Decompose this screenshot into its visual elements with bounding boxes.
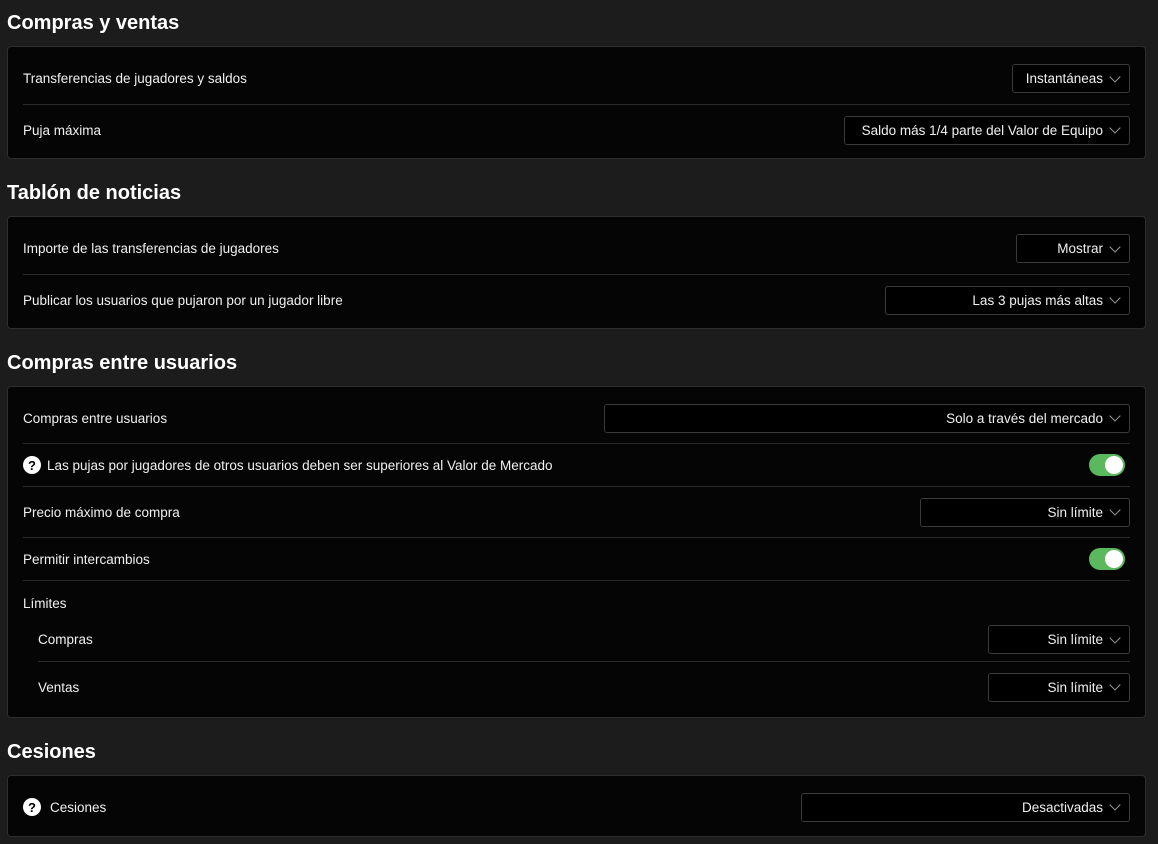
transferencias-select[interactable]: Instantáneas — [1012, 64, 1130, 93]
card-compras-usuarios: Compras entre usuarios Solo a través del… — [7, 386, 1146, 718]
limites-compras-select[interactable]: Sin límite — [988, 625, 1130, 654]
chevron-down-icon — [1109, 631, 1121, 644]
precio-maximo-value: Sin límite — [1047, 504, 1103, 520]
compras-usuarios-label: Compras entre usuarios — [23, 410, 168, 426]
puja-maxima-value: Saldo más 1/4 parte del Valor de Equipo — [861, 122, 1103, 138]
transferencias-label: Transferencias de jugadores y saldos — [23, 71, 247, 86]
row-importe: Importe de las transferencias de jugador… — [23, 223, 1130, 275]
intercambios-toggle[interactable] — [1089, 548, 1125, 570]
row-cesiones: ? Cesiones Desactivadas — [23, 782, 1130, 832]
precio-maximo-select[interactable]: Sin límite — [920, 497, 1130, 527]
chevron-down-icon — [1109, 70, 1121, 83]
card-compras-ventas: Transferencias de jugadores y saldos Ins… — [7, 46, 1146, 159]
importe-select[interactable]: Mostrar — [1016, 234, 1130, 263]
chevron-down-icon — [1109, 410, 1121, 422]
cesiones-select[interactable]: Desactivadas — [801, 792, 1130, 822]
section-title-tablon: Tablón de noticias — [7, 182, 182, 204]
puja-maxima-label: Puja máxima — [23, 122, 102, 138]
toggle-knob — [1105, 456, 1123, 474]
limites-compras-label: Compras — [38, 632, 93, 647]
intercambios-label: Permitir intercambios — [23, 551, 150, 567]
chevron-down-icon — [1109, 679, 1121, 691]
publicar-label: Publicar los usuarios que pujaron por un… — [23, 292, 343, 308]
card-cesiones: ? Cesiones Desactivadas — [7, 775, 1146, 837]
chevron-down-icon — [1109, 240, 1121, 253]
chevron-down-icon — [1109, 122, 1121, 134]
publicar-select[interactable]: Las 3 pujas más altas — [885, 285, 1130, 315]
section-title-compras-ventas: Compras y ventas — [7, 12, 180, 34]
importe-value: Mostrar — [1057, 241, 1103, 256]
cesiones-label: Cesiones — [50, 799, 107, 815]
toggle-knob — [1105, 550, 1123, 568]
pujas-superiores-label-group: ? Las pujas por jugadores de otros usuar… — [23, 456, 553, 474]
precio-maximo-label: Precio máximo de compra — [23, 504, 180, 520]
compras-usuarios-select[interactable]: Solo a través del mercado — [604, 403, 1130, 433]
chevron-down-icon — [1109, 799, 1121, 811]
row-pujas-superiores: ? Las pujas por jugadores de otros usuar… — [23, 444, 1130, 487]
chevron-down-icon — [1109, 504, 1121, 516]
limites-label: Límites — [23, 595, 67, 611]
row-puja-maxima: Puja máxima Saldo más 1/4 parte del Valo… — [23, 105, 1130, 155]
card-tablon: Importe de las transferencias de jugador… — [7, 216, 1146, 329]
compras-usuarios-value: Solo a través del mercado — [946, 410, 1103, 426]
section-title-compras-usuarios: Compras entre usuarios — [7, 352, 238, 374]
limites-ventas-value: Sin límite — [1047, 679, 1103, 695]
row-publicar: Publicar los usuarios que pujaron por un… — [23, 275, 1130, 325]
chevron-down-icon — [1109, 292, 1121, 304]
help-icon[interactable]: ? — [23, 456, 41, 474]
section-title-cesiones: Cesiones — [7, 741, 96, 763]
row-precio-maximo: Precio máximo de compra Sin límite — [23, 487, 1130, 538]
row-limites-compras: Compras Sin límite — [38, 618, 1130, 662]
pujas-superiores-label: Las pujas por jugadores de otros usuario… — [47, 457, 553, 473]
importe-label: Importe de las transferencias de jugador… — [23, 241, 279, 256]
limites-ventas-select[interactable]: Sin límite — [988, 672, 1130, 702]
publicar-value: Las 3 pujas más altas — [972, 292, 1103, 308]
row-transferencias: Transferencias de jugadores y saldos Ins… — [23, 53, 1130, 105]
row-compras-usuarios: Compras entre usuarios Solo a través del… — [23, 393, 1130, 444]
help-icon[interactable]: ? — [23, 798, 41, 816]
cesiones-label-group: ? Cesiones — [23, 798, 106, 816]
pujas-superiores-toggle[interactable] — [1089, 454, 1125, 476]
limites-ventas-label: Ventas — [38, 679, 80, 695]
row-intercambios: Permitir intercambios — [23, 538, 1130, 581]
puja-maxima-select[interactable]: Saldo más 1/4 parte del Valor de Equipo — [844, 115, 1130, 145]
row-limites-ventas: Ventas Sin límite — [38, 662, 1130, 712]
cesiones-value: Desactivadas — [1021, 799, 1103, 815]
transferencias-value: Instantáneas — [1025, 71, 1103, 86]
limites-compras-value: Sin límite — [1047, 632, 1103, 647]
